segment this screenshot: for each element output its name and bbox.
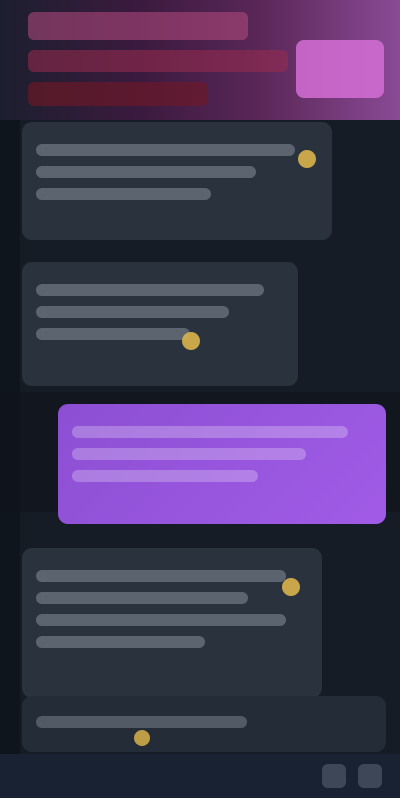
chat-screen: [0, 0, 400, 798]
emoji-icon: [298, 150, 316, 168]
message-line: [72, 448, 306, 460]
message-line: [36, 570, 287, 582]
header-highlight: [296, 40, 384, 98]
incoming-message[interactable]: [22, 122, 332, 240]
hero-message: [28, 12, 300, 106]
hero-line: [28, 50, 288, 72]
message-line: [36, 306, 230, 318]
message-line: [36, 284, 265, 296]
message-line: [36, 144, 296, 156]
hero-line: [28, 12, 248, 40]
message-line: [36, 636, 205, 648]
attach-icon[interactable]: [322, 764, 346, 788]
outgoing-message[interactable]: [58, 404, 386, 524]
message-line: [72, 426, 348, 438]
message-line: [36, 188, 211, 200]
hero-line: [28, 82, 208, 106]
emoji-icon[interactable]: [134, 730, 150, 746]
bottom-nav: [0, 754, 400, 798]
emoji-icon: [182, 332, 200, 350]
message-line: [72, 470, 258, 482]
incoming-message[interactable]: [22, 262, 298, 386]
message-line: [36, 328, 190, 340]
message-line: [36, 614, 287, 626]
emoji-icon: [282, 578, 300, 596]
message-line: [36, 592, 249, 604]
message-line: [36, 166, 256, 178]
composer-placeholder: [36, 716, 248, 728]
message-composer[interactable]: [22, 696, 386, 752]
incoming-message[interactable]: [22, 548, 322, 698]
send-icon[interactable]: [358, 764, 382, 788]
